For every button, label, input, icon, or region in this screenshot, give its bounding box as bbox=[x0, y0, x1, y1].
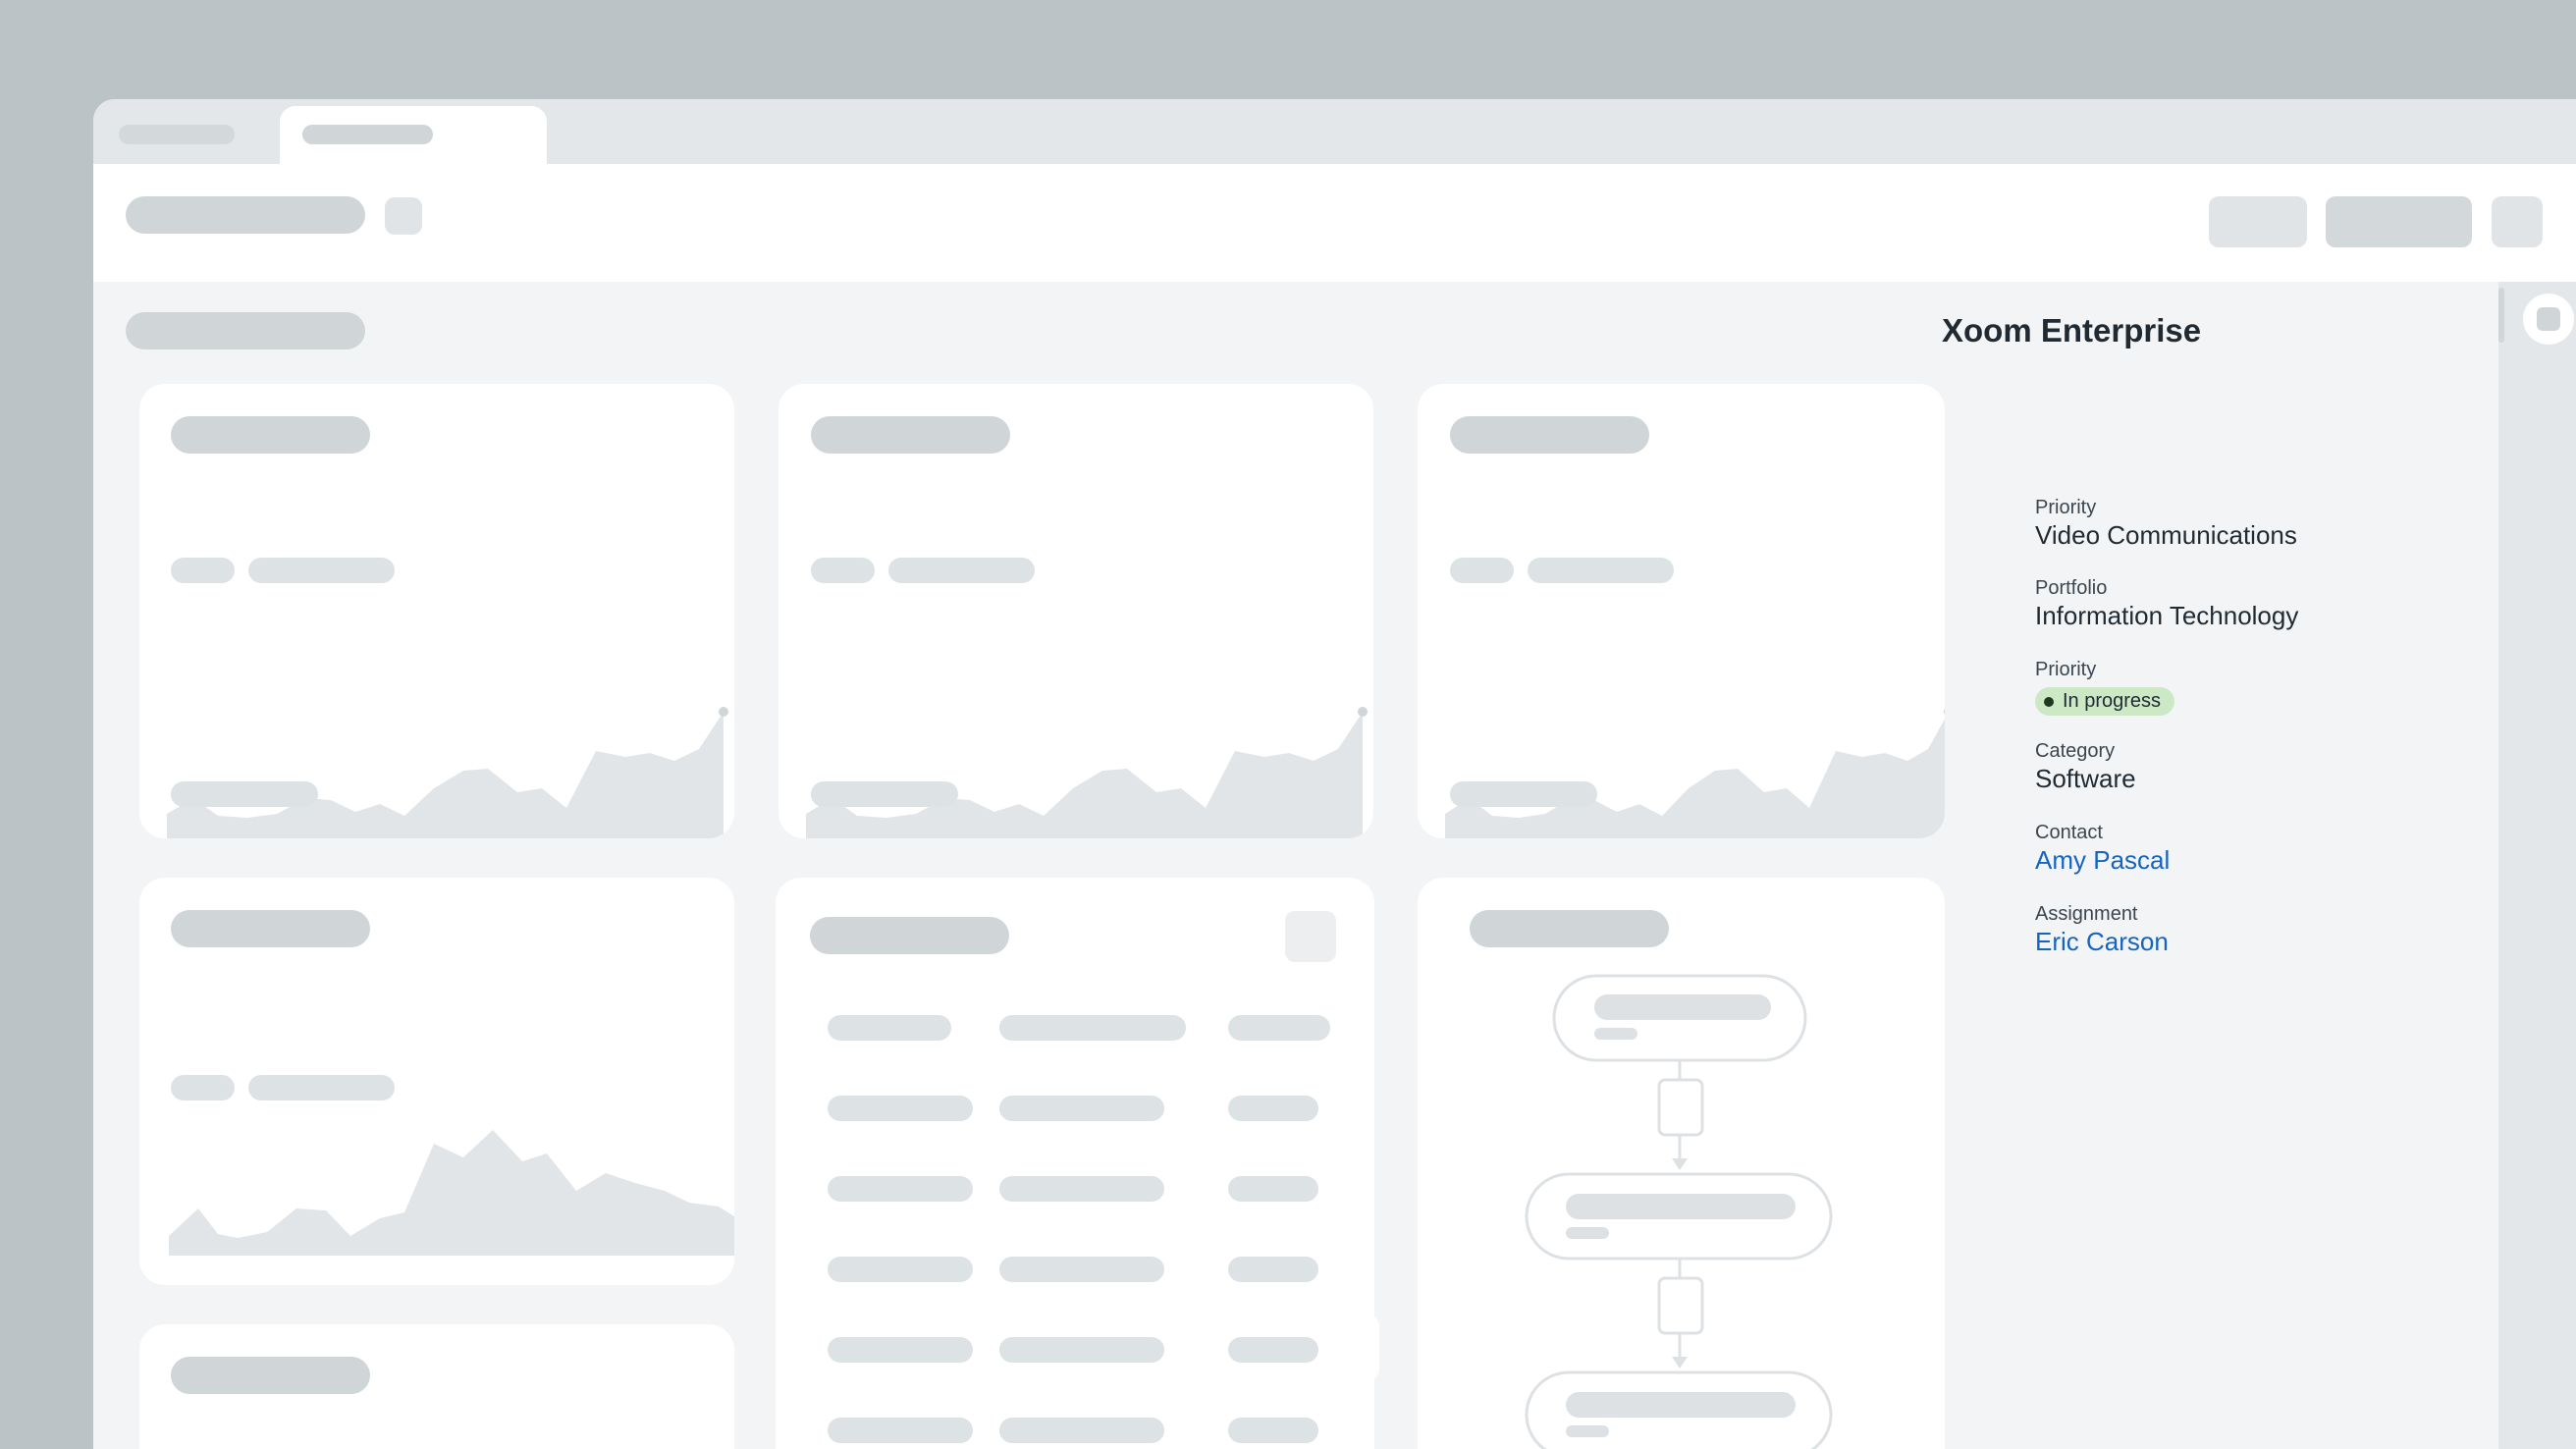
header-icon-button[interactable] bbox=[385, 197, 422, 235]
right-side-panel bbox=[2498, 282, 2576, 1449]
tab-inactive-placeholder[interactable] bbox=[119, 125, 235, 144]
field-label-contact: Contact bbox=[2035, 822, 2103, 843]
flow-card bbox=[1418, 878, 1945, 1449]
field-value-priority: Video Communications bbox=[2035, 520, 2297, 550]
details-title: Xoom Enterprise bbox=[1942, 312, 2202, 349]
kpi-card-5[interactable] bbox=[139, 1324, 734, 1449]
card-footer-placeholder bbox=[811, 781, 958, 807]
field-value-portfolio: Information Technology bbox=[2035, 601, 2299, 630]
sparkline-area bbox=[1445, 709, 1945, 838]
table-card bbox=[776, 878, 1374, 1449]
field-label-portfolio: Portfolio bbox=[2035, 577, 2108, 599]
kpi-card-4[interactable] bbox=[139, 878, 734, 1285]
page-title-placeholder bbox=[126, 196, 365, 234]
tab-bar bbox=[93, 99, 2576, 164]
table-header-cell bbox=[1228, 1015, 1330, 1041]
section-heading-placeholder bbox=[126, 312, 365, 349]
panel-toggle-icon[interactable] bbox=[2523, 294, 2574, 345]
assignment-link[interactable]: Eric Carson bbox=[2035, 927, 2169, 957]
status-dot-icon bbox=[2044, 697, 2054, 707]
table-scroll-tab[interactable] bbox=[1368, 1315, 1379, 1381]
field-value-category: Software bbox=[2035, 764, 2136, 793]
page-header bbox=[93, 164, 2576, 282]
kpi-card-2[interactable] bbox=[778, 384, 1373, 838]
table-header-cell bbox=[999, 1015, 1186, 1041]
tab-active[interactable] bbox=[280, 106, 547, 164]
tab-active-label-placeholder bbox=[302, 125, 433, 144]
header-button-primary[interactable] bbox=[2326, 196, 2472, 247]
table-menu-button[interactable] bbox=[1285, 911, 1336, 962]
card-footer-placeholder bbox=[171, 781, 318, 807]
app-window bbox=[93, 99, 2576, 1449]
header-button-more[interactable] bbox=[2492, 196, 2543, 247]
field-label-assignment: Assignment bbox=[2035, 903, 2138, 925]
flow-connector bbox=[1657, 1276, 1704, 1335]
sparkline-area bbox=[167, 707, 728, 838]
panel-resize-handle[interactable] bbox=[2498, 288, 2504, 343]
contact-link[interactable]: Amy Pascal bbox=[2035, 845, 2170, 876]
status-badge: In progress bbox=[2035, 687, 2175, 716]
kpi-card-1[interactable] bbox=[139, 384, 734, 838]
card-title-placeholder bbox=[171, 1357, 370, 1394]
sparkline-area bbox=[806, 707, 1368, 838]
header-button-1[interactable] bbox=[2209, 196, 2307, 247]
table-header-cell bbox=[828, 1015, 951, 1041]
flow-connector bbox=[1657, 1078, 1704, 1137]
kpi-card-3[interactable] bbox=[1418, 384, 1945, 838]
card-footer-placeholder bbox=[1450, 781, 1597, 807]
flow-diagram bbox=[1525, 974, 1833, 1449]
field-label-category: Category bbox=[2035, 740, 2116, 762]
field-label-status: Priority bbox=[2035, 659, 2097, 680]
card-title-placeholder bbox=[810, 917, 1009, 954]
field-label-priority: Priority bbox=[2035, 497, 2097, 518]
sparkline-area bbox=[169, 1130, 734, 1256]
